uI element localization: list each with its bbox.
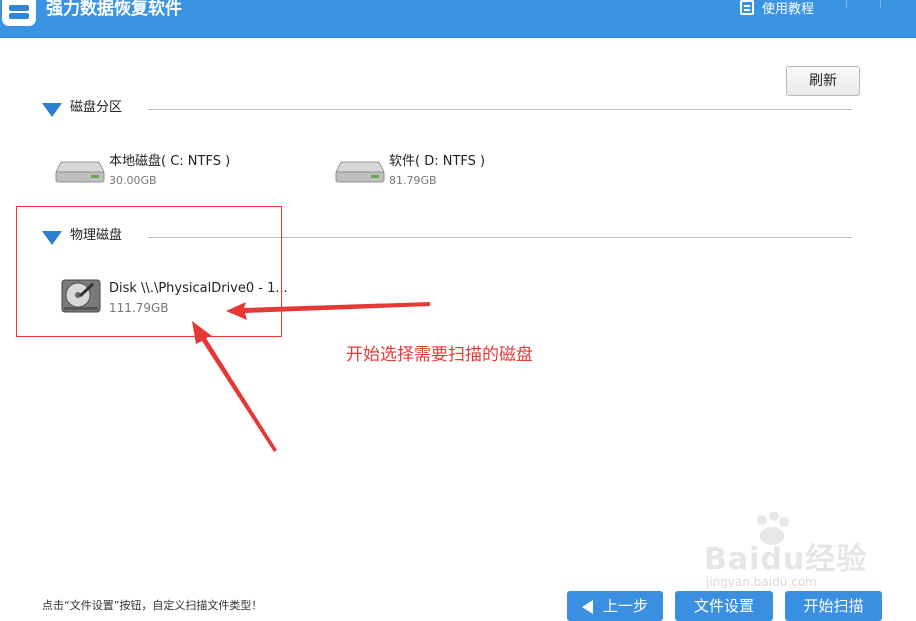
- back-arrow-icon: [581, 599, 593, 614]
- footer-hint: 点击“文件设置”按钮，自定义扫描文件类型！: [42, 599, 263, 612]
- annotation-text: 开始选择需要扫描的磁盘: [346, 345, 533, 365]
- back-label: 上一步: [602, 597, 648, 615]
- baidu-watermark: Baidu经验 jingyan.baidu.com: [700, 512, 870, 602]
- back-button[interactable]: 上一步: [567, 591, 663, 621]
- file-settings-button[interactable]: 文件设置: [675, 591, 773, 621]
- watermark-logo: Baidu经验: [704, 542, 868, 577]
- start-scan-button[interactable]: 开始扫描: [785, 591, 882, 621]
- watermark-url: jingyan.baidu.com: [706, 575, 817, 589]
